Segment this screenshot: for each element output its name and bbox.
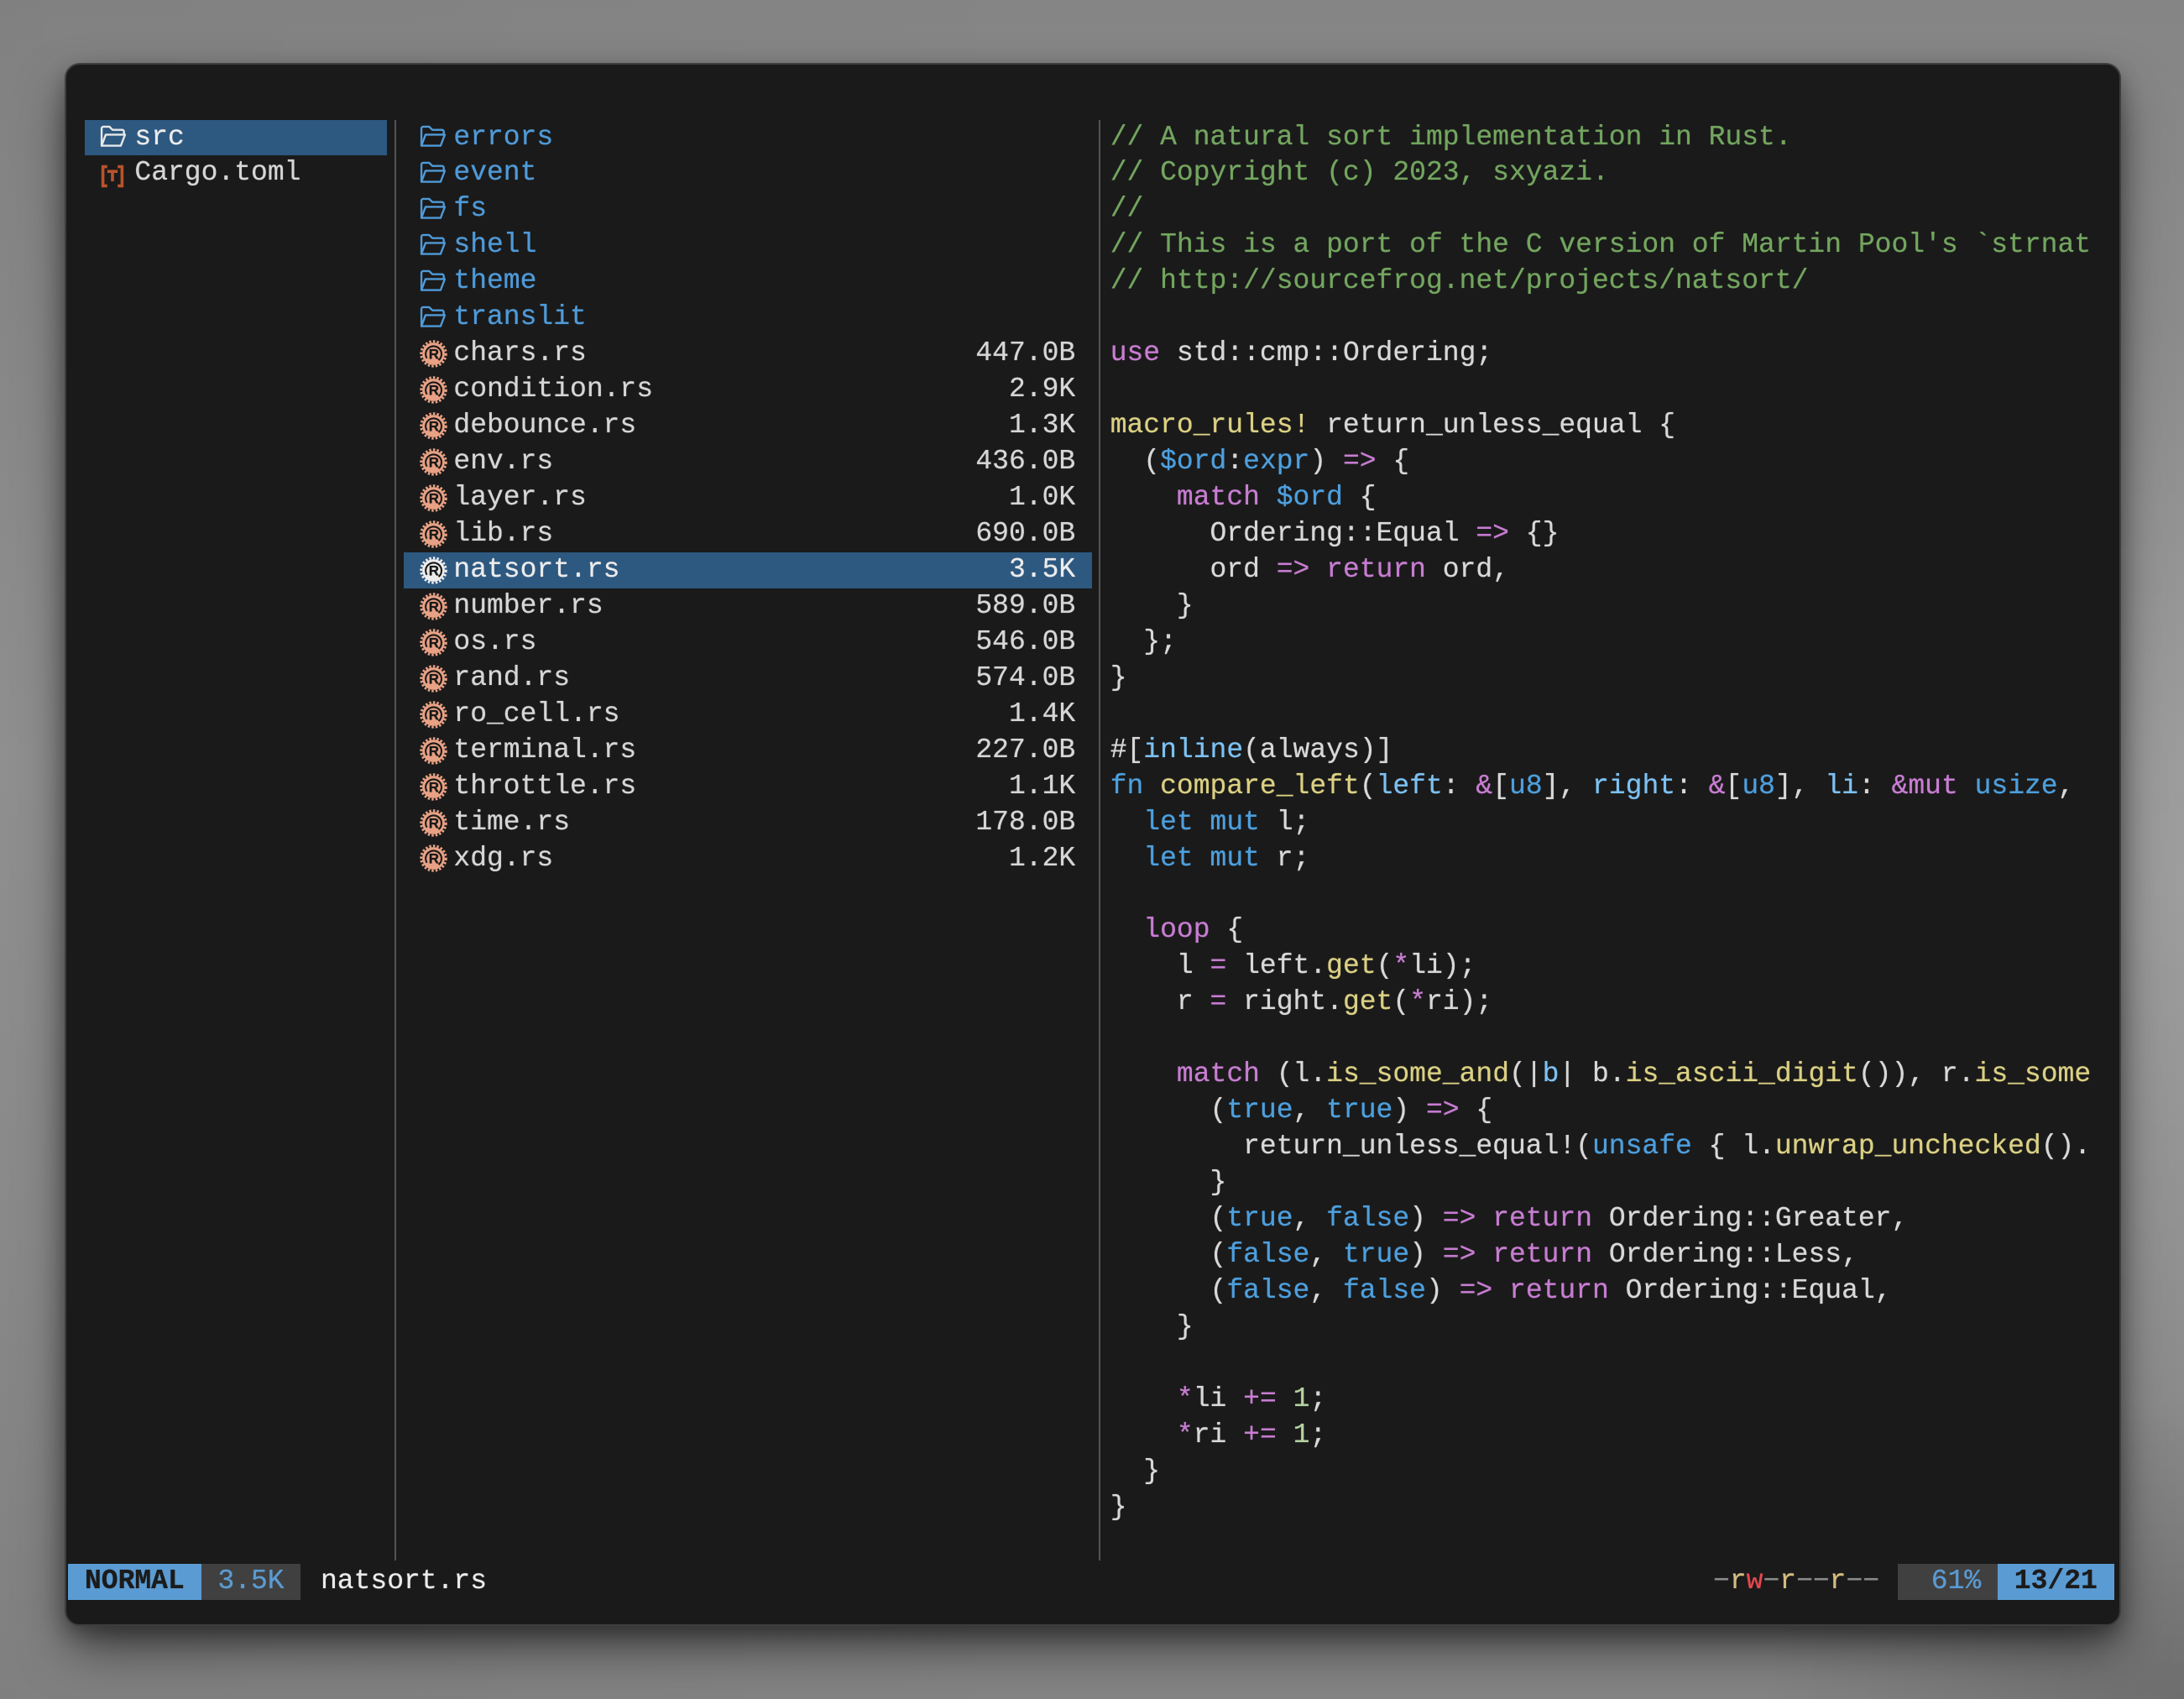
svg-text:R: R [429, 383, 439, 399]
svg-text:R: R [429, 671, 439, 687]
svg-text:R: R [429, 562, 439, 578]
svg-text:R: R [429, 815, 439, 831]
svg-text:R: R [429, 419, 439, 435]
svg-text:R: R [429, 527, 439, 543]
svg-text:R: R [429, 455, 439, 471]
svg-text:R: R [429, 851, 439, 867]
svg-text:R: R [429, 491, 439, 507]
svg-text:R: R [429, 707, 439, 723]
svg-text:R: R [429, 599, 439, 614]
svg-text:R: R [429, 347, 439, 363]
svg-text:R: R [429, 779, 439, 795]
svg-text:R: R [429, 635, 439, 651]
svg-text:R: R [429, 743, 439, 759]
